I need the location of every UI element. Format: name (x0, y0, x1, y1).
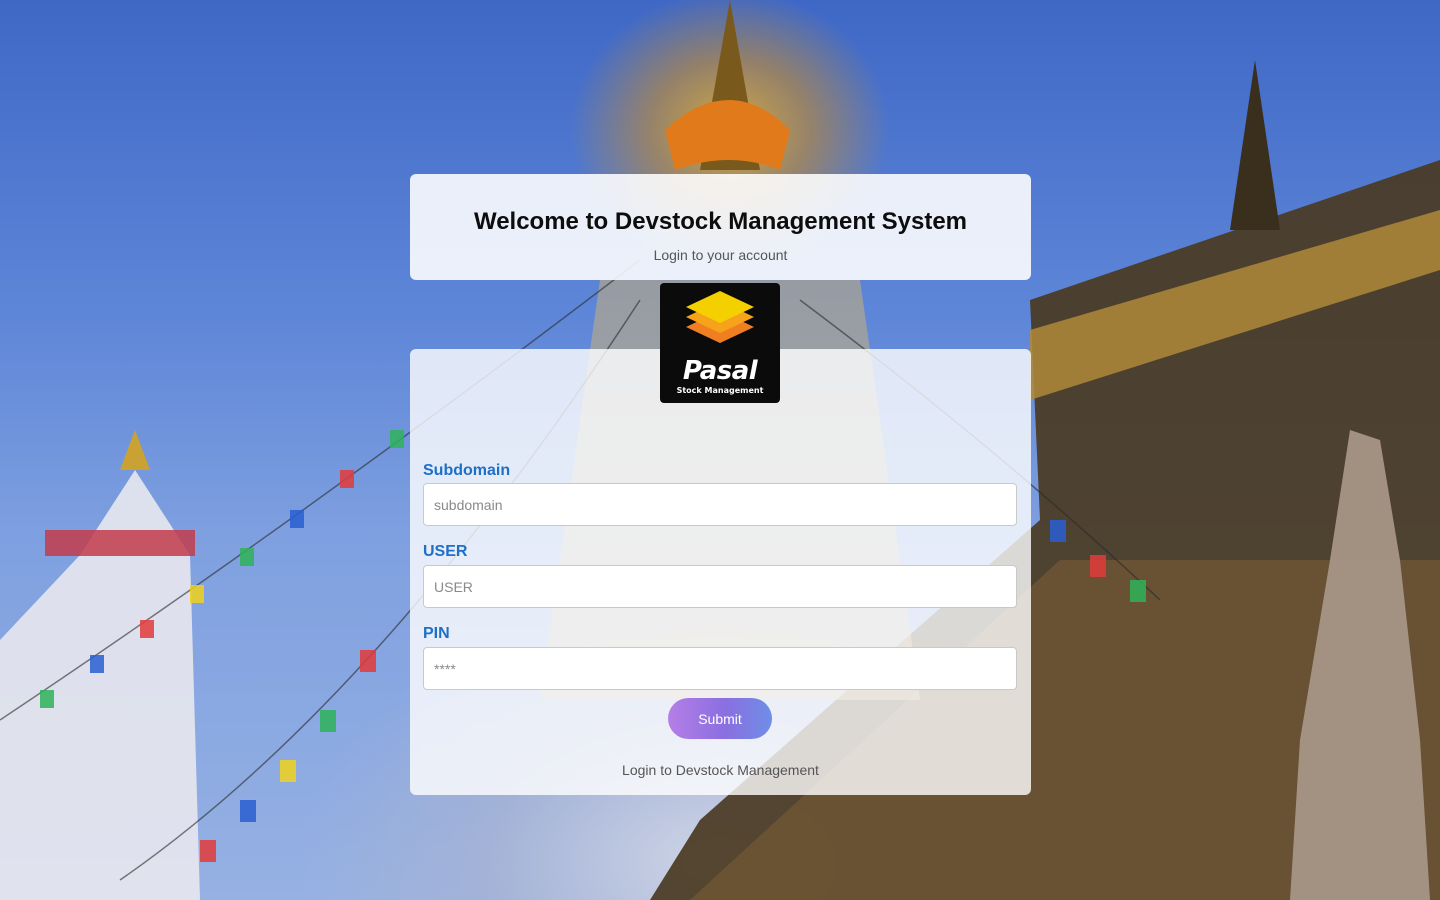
pasal-logo: Pasal Stock Management (660, 283, 780, 403)
pin-input[interactable] (423, 647, 1017, 690)
logo-tagline: Stock Management (676, 386, 764, 395)
login-footer-text: Login to Devstock Management (622, 762, 819, 778)
page-title: Welcome to Devstock Management System (473, 208, 968, 235)
logo-brand-text: Pasal (682, 356, 758, 386)
pin-label: PIN (423, 625, 450, 642)
subdomain-label: Subdomain (423, 462, 511, 479)
subdomain-input[interactable] (423, 483, 1017, 526)
page-subtitle: Login to your account (653, 247, 788, 263)
welcome-header: Welcome to Devstock Management System Lo… (410, 174, 1031, 280)
submit-button[interactable]: Submit (668, 698, 772, 739)
user-input[interactable] (423, 565, 1017, 608)
user-label: USER (423, 543, 468, 560)
